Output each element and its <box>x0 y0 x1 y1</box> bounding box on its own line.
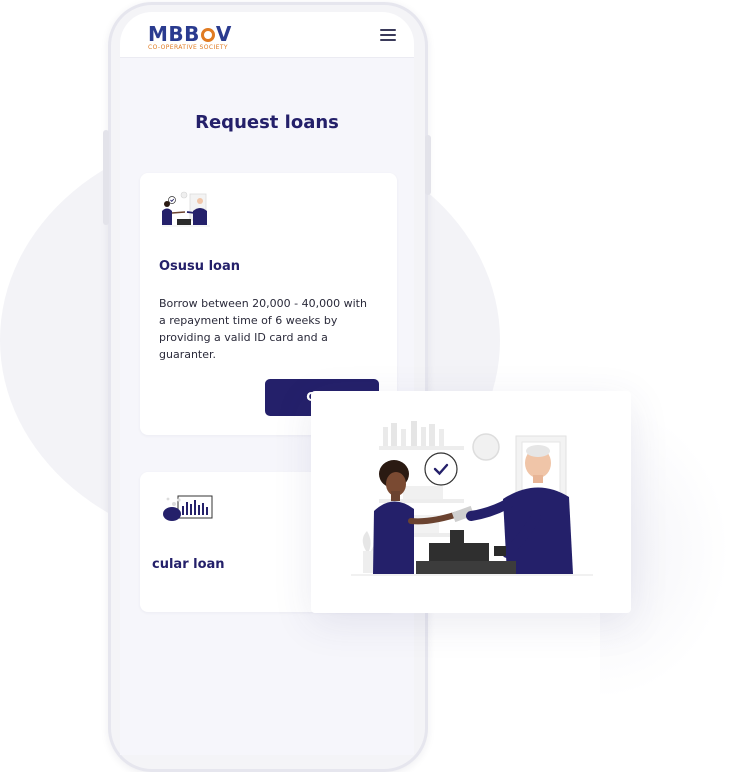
loan-title: Osusu loan <box>159 259 240 274</box>
floating-illustration-card <box>311 391 631 613</box>
piggy-bank-chart-illustration <box>160 490 216 530</box>
logo-o-icon <box>200 28 215 42</box>
page-title: Request loans <box>195 112 339 133</box>
hamburger-icon[interactable] <box>380 29 396 41</box>
top-navbar: MBB V CO-OPERATIVE SOCIETY <box>120 12 414 58</box>
logo-text-b: V <box>215 22 232 46</box>
loan-title: cular loan <box>152 557 225 572</box>
cashier-handshake-illustration-large <box>351 421 593 576</box>
check-icon <box>424 452 458 486</box>
logo-subtitle: CO-OPERATIVE SOCIETY <box>148 44 228 51</box>
logo-text-a: MBB <box>148 22 200 46</box>
phone-screen: MBB V CO-OPERATIVE SOCIETY Request loans <box>120 12 414 755</box>
phone-side-button <box>103 130 109 225</box>
phone-side-button <box>425 135 431 195</box>
loan-description: Borrow between 20,000 - 40,000 with a re… <box>159 297 367 361</box>
logo[interactable]: MBB V CO-OPERATIVE SOCIETY <box>148 24 232 51</box>
cashier-handshake-illustration <box>160 191 216 235</box>
